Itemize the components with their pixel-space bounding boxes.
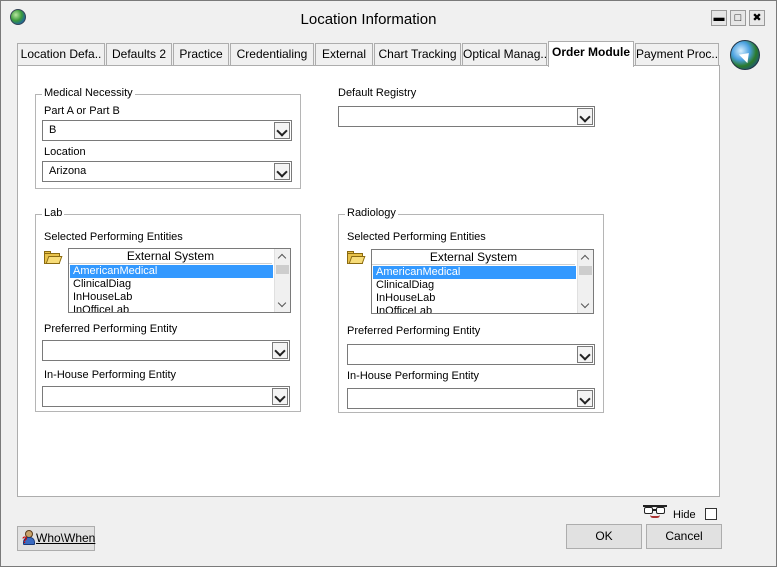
chevron-down-icon[interactable] <box>274 163 290 180</box>
scroll-down-icon[interactable] <box>580 299 590 309</box>
location-label: Location <box>44 146 86 158</box>
tab-location-defaults[interactable]: Location Defa.. <box>17 43 105 65</box>
list-item[interactable]: ClinicalDiag <box>70 278 273 291</box>
default-registry-label: Default Registry <box>338 87 417 99</box>
tab-defaults-2[interactable]: Defaults 2 <box>106 43 172 65</box>
chevron-down-icon[interactable] <box>272 342 288 359</box>
scroll-down-icon[interactable] <box>277 298 287 308</box>
part-label: Part A or Part B <box>44 105 120 117</box>
scroll-thumb[interactable] <box>276 265 289 274</box>
radiology-open-folder-icon[interactable] <box>347 250 366 265</box>
radiology-list-scrollbar[interactable] <box>577 250 593 313</box>
list-item[interactable]: AmericanMedical <box>70 265 273 278</box>
lab-preferred-label: Preferred Performing Entity <box>44 323 178 335</box>
ok-button[interactable]: OK <box>566 524 642 549</box>
tab-chart-tracking[interactable]: Chart Tracking <box>374 43 461 65</box>
chevron-down-icon[interactable] <box>274 122 290 139</box>
radiology-preferred-entity-select[interactable] <box>347 344 595 365</box>
cancel-button[interactable]: Cancel <box>646 524 722 549</box>
location-information-window: Location Information ▬ □ ✖ Location Defa… <box>0 0 777 567</box>
title-bar: Location Information ▬ □ ✖ <box>1 1 776 33</box>
minimize-button[interactable]: ▬ <box>711 10 727 26</box>
lab-inhouse-label: In-House Performing Entity <box>44 369 177 381</box>
scroll-up-icon[interactable] <box>277 253 287 263</box>
window-title: Location Information <box>300 11 437 28</box>
radiology-entities-list[interactable]: External System AmericanMedical Clinical… <box>371 249 594 314</box>
tab-order-module[interactable]: Order Module <box>548 41 634 67</box>
chevron-down-icon[interactable] <box>272 388 288 405</box>
order-module-panel: Medical Necessity Part A or Part B B Loc… <box>17 65 720 497</box>
radiology-inhouse-entity-select[interactable] <box>347 388 595 409</box>
chevron-down-icon[interactable] <box>577 390 593 407</box>
lab-preferred-entity-select[interactable] <box>42 340 290 361</box>
list-item[interactable]: ClinicalDiag <box>373 279 576 292</box>
glasses-icon <box>643 504 667 518</box>
tab-payment-processing[interactable]: Payment Proc.. <box>635 43 719 65</box>
maximize-button[interactable]: □ <box>730 10 746 26</box>
hide-checkbox[interactable] <box>705 508 717 520</box>
list-item[interactable]: AmericanMedical <box>373 266 576 279</box>
location-value: Arizona <box>49 165 87 177</box>
tab-practice[interactable]: Practice <box>173 43 229 65</box>
hide-label: Hide <box>673 509 696 521</box>
radiology-preferred-label: Preferred Performing Entity <box>347 325 481 337</box>
who-when-button[interactable]: ? Who\When <box>17 526 95 551</box>
medical-necessity-group: Medical Necessity Part A or Part B B Loc… <box>35 87 301 189</box>
radiology-list-header: External System <box>372 250 575 265</box>
lab-list-scrollbar[interactable] <box>274 249 290 312</box>
tab-optical-management[interactable]: Optical Manag.. <box>462 43 547 65</box>
lab-group: Lab Selected Performing Entities Externa… <box>35 207 301 412</box>
radiology-group: Radiology Selected Performing Entities E… <box>338 207 604 413</box>
lab-legend: Lab <box>42 207 65 219</box>
tab-external[interactable]: External <box>315 43 373 65</box>
tab-navigation-globe-icon[interactable] <box>728 38 762 72</box>
scroll-thumb[interactable] <box>579 266 592 275</box>
lab-entities-list[interactable]: External System AmericanMedical Clinical… <box>68 248 291 313</box>
lab-inhouse-entity-select[interactable] <box>42 386 290 407</box>
medical-necessity-legend: Medical Necessity <box>42 87 135 99</box>
list-item[interactable]: InOfficeLab <box>373 305 576 313</box>
chevron-down-icon[interactable] <box>577 346 593 363</box>
list-item[interactable]: InHouseLab <box>70 291 273 304</box>
lab-open-folder-icon[interactable] <box>44 250 63 265</box>
radiology-legend: Radiology <box>345 207 398 219</box>
radiology-inhouse-label: In-House Performing Entity <box>347 370 480 382</box>
part-a-or-b-select[interactable]: B <box>42 120 292 141</box>
default-registry-select[interactable] <box>338 106 595 127</box>
scroll-up-icon[interactable] <box>580 254 590 264</box>
lab-list-header: External System <box>69 249 272 264</box>
lab-selected-entities-label: Selected Performing Entities <box>44 231 183 243</box>
location-select[interactable]: Arizona <box>42 161 292 182</box>
chevron-down-icon[interactable] <box>577 108 593 125</box>
radiology-selected-entities-label: Selected Performing Entities <box>347 231 486 243</box>
tab-credentialing[interactable]: Credentialing <box>230 43 314 65</box>
close-button[interactable]: ✖ <box>749 10 765 26</box>
list-item[interactable]: InHouseLab <box>373 292 576 305</box>
part-value: B <box>49 124 57 136</box>
person-question-icon: ? <box>22 530 36 546</box>
list-item[interactable]: InOfficeLab <box>70 304 273 312</box>
